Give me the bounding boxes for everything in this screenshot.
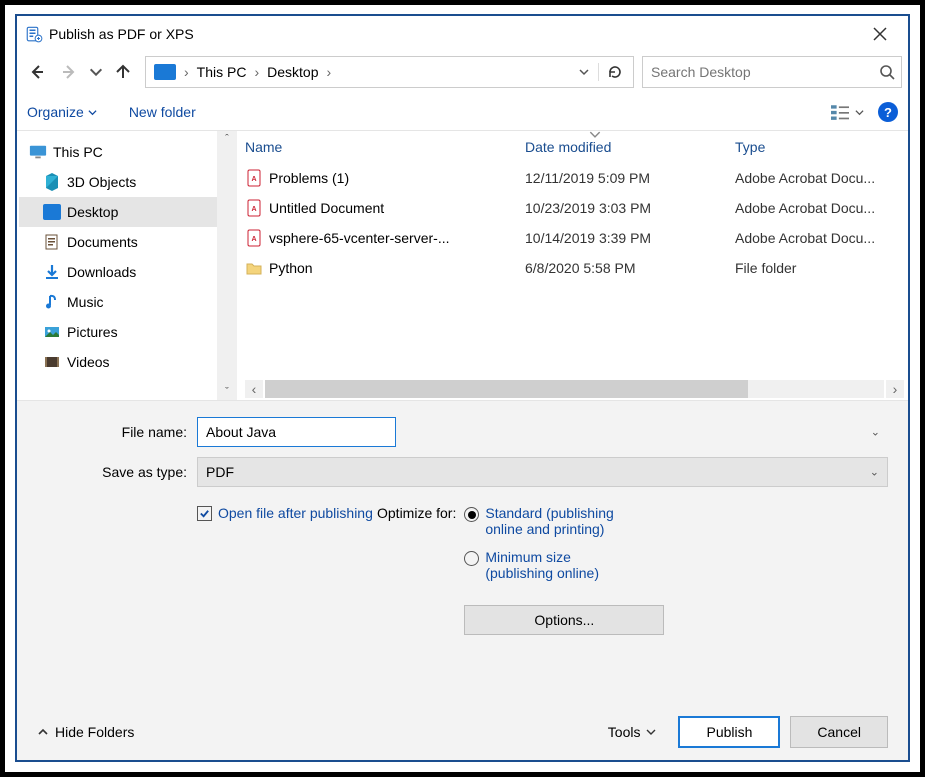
new-folder-button[interactable]: New folder	[129, 104, 196, 120]
svg-text:A: A	[251, 236, 256, 243]
search-box[interactable]	[642, 56, 902, 88]
arrow-right-icon	[61, 64, 77, 80]
column-type[interactable]: Type	[735, 139, 908, 155]
file-list-hscrollbar[interactable]: ‹ ›	[245, 378, 908, 400]
hide-folders-button[interactable]: Hide Folders	[37, 724, 134, 740]
chevron-right-icon: ›	[325, 64, 334, 80]
chevron-down-icon[interactable]	[578, 66, 590, 78]
breadcrumb-this-pc[interactable]: This PC	[193, 57, 251, 87]
column-name[interactable]: Name	[245, 139, 525, 155]
column-date-modified[interactable]: Date modified	[525, 139, 735, 155]
file-row[interactable]: AProblems (1)12/11/2019 5:09 PMAdobe Acr…	[245, 163, 908, 193]
sort-indicator-icon	[589, 131, 601, 138]
folder-icon	[43, 293, 61, 311]
publish-button[interactable]: Publish	[678, 716, 780, 748]
file-row[interactable]: AUntitled Document10/23/2019 3:03 PMAdob…	[245, 193, 908, 223]
svg-text:A: A	[251, 206, 256, 213]
column-headers: Name Date modified Type	[245, 137, 908, 163]
radio-standard[interactable]: Standard (publishingonline and printing)	[464, 505, 664, 537]
optimize-label: Optimize for:	[377, 505, 464, 635]
folder-tree: This PC3D ObjectsDesktopDocumentsDownloa…	[17, 131, 217, 400]
radio-icon	[464, 507, 479, 522]
chevron-up-icon	[37, 726, 49, 738]
nav-history-dropdown[interactable]	[87, 58, 105, 86]
help-button[interactable]: ?	[878, 102, 898, 122]
nav-row: › This PC › Desktop ›	[17, 52, 908, 94]
savetype-select[interactable]: PDF ⌄	[197, 457, 888, 487]
tree-item-videos[interactable]: Videos	[19, 347, 217, 377]
this-pc-icon	[154, 64, 176, 80]
arrow-left-icon	[29, 64, 45, 80]
open-after-checkbox[interactable]: Open file after publishing	[197, 505, 377, 521]
chevron-right-icon: ›	[182, 64, 191, 80]
chevron-down-icon	[88, 108, 97, 117]
scroll-left-icon[interactable]: ‹	[245, 380, 263, 398]
cancel-button[interactable]: Cancel	[790, 716, 888, 748]
chevron-down-icon	[855, 108, 864, 117]
view-list-icon	[831, 103, 849, 121]
chevron-down-icon	[646, 727, 656, 737]
folder-icon	[43, 203, 61, 221]
pdf-icon: A	[245, 199, 263, 217]
nav-up-button[interactable]	[109, 58, 137, 86]
radio-minimum-size[interactable]: Minimum size(publishing online)	[464, 549, 664, 581]
tree-item-documents[interactable]: Documents	[19, 227, 217, 257]
folder-icon	[245, 259, 263, 277]
organize-menu[interactable]: Organize	[27, 104, 97, 120]
arrow-up-icon	[115, 64, 131, 80]
form-area: File name: ⌄ Save as type: PDF ⌄	[17, 401, 908, 760]
app-icon	[25, 25, 43, 43]
view-mode-button[interactable]	[831, 103, 864, 121]
dialog-window: Publish as PDF or XPS	[15, 14, 910, 762]
search-icon	[879, 64, 895, 80]
tree-item-downloads[interactable]: Downloads	[19, 257, 217, 287]
close-icon	[873, 27, 887, 41]
address-bar[interactable]: › This PC › Desktop ›	[145, 56, 634, 88]
file-row[interactable]: Python6/8/2020 5:58 PMFile folder	[245, 253, 908, 283]
savetype-label: Save as type:	[37, 464, 197, 480]
checkbox-icon	[197, 506, 212, 521]
scroll-down-icon[interactable]: ˇ	[225, 386, 229, 398]
folder-icon	[43, 173, 61, 191]
tools-menu[interactable]: Tools	[608, 724, 657, 740]
this-pc-icon	[29, 144, 47, 160]
scroll-up-icon[interactable]: ˆ	[225, 133, 229, 145]
options-button[interactable]: Options...	[464, 605, 664, 635]
nav-forward-button[interactable]	[55, 58, 83, 86]
search-input[interactable]	[649, 63, 879, 81]
refresh-icon[interactable]	[607, 64, 623, 80]
tree-this-pc[interactable]: This PC	[19, 137, 217, 167]
folder-icon	[43, 233, 61, 251]
tree-item-music[interactable]: Music	[19, 287, 217, 317]
tree-item-desktop[interactable]: Desktop	[19, 197, 217, 227]
svg-text:A: A	[251, 176, 256, 183]
main-pane: This PC3D ObjectsDesktopDocumentsDownloa…	[17, 131, 908, 401]
window-title: Publish as PDF or XPS	[49, 26, 194, 42]
pdf-icon: A	[245, 169, 263, 187]
filename-label: File name:	[37, 424, 197, 440]
titlebar: Publish as PDF or XPS	[17, 16, 908, 52]
chevron-right-icon: ›	[252, 64, 261, 80]
pdf-icon: A	[245, 229, 263, 247]
toolbar: Organize New folder ?	[17, 94, 908, 131]
file-list: Name Date modified Type AProblems (1)12/…	[237, 131, 908, 400]
filename-input[interactable]	[197, 417, 396, 447]
breadcrumb-desktop[interactable]: Desktop	[263, 57, 322, 87]
tree-item-3d-objects[interactable]: 3D Objects	[19, 167, 217, 197]
radio-icon	[464, 551, 479, 566]
close-button[interactable]	[860, 19, 900, 49]
folder-icon	[43, 353, 61, 371]
tree-scrollbar[interactable]: ˆ ˇ	[217, 131, 237, 400]
chevron-down-icon	[88, 64, 104, 80]
chevron-down-icon: ⌄	[870, 466, 879, 479]
folder-icon	[43, 323, 61, 341]
nav-back-button[interactable]	[23, 58, 51, 86]
chevron-down-icon[interactable]: ⌄	[871, 426, 880, 439]
tree-item-pictures[interactable]: Pictures	[19, 317, 217, 347]
scroll-right-icon[interactable]: ›	[886, 380, 904, 398]
file-row[interactable]: Avsphere-65-vcenter-server-...10/14/2019…	[245, 223, 908, 253]
folder-icon	[43, 263, 61, 281]
